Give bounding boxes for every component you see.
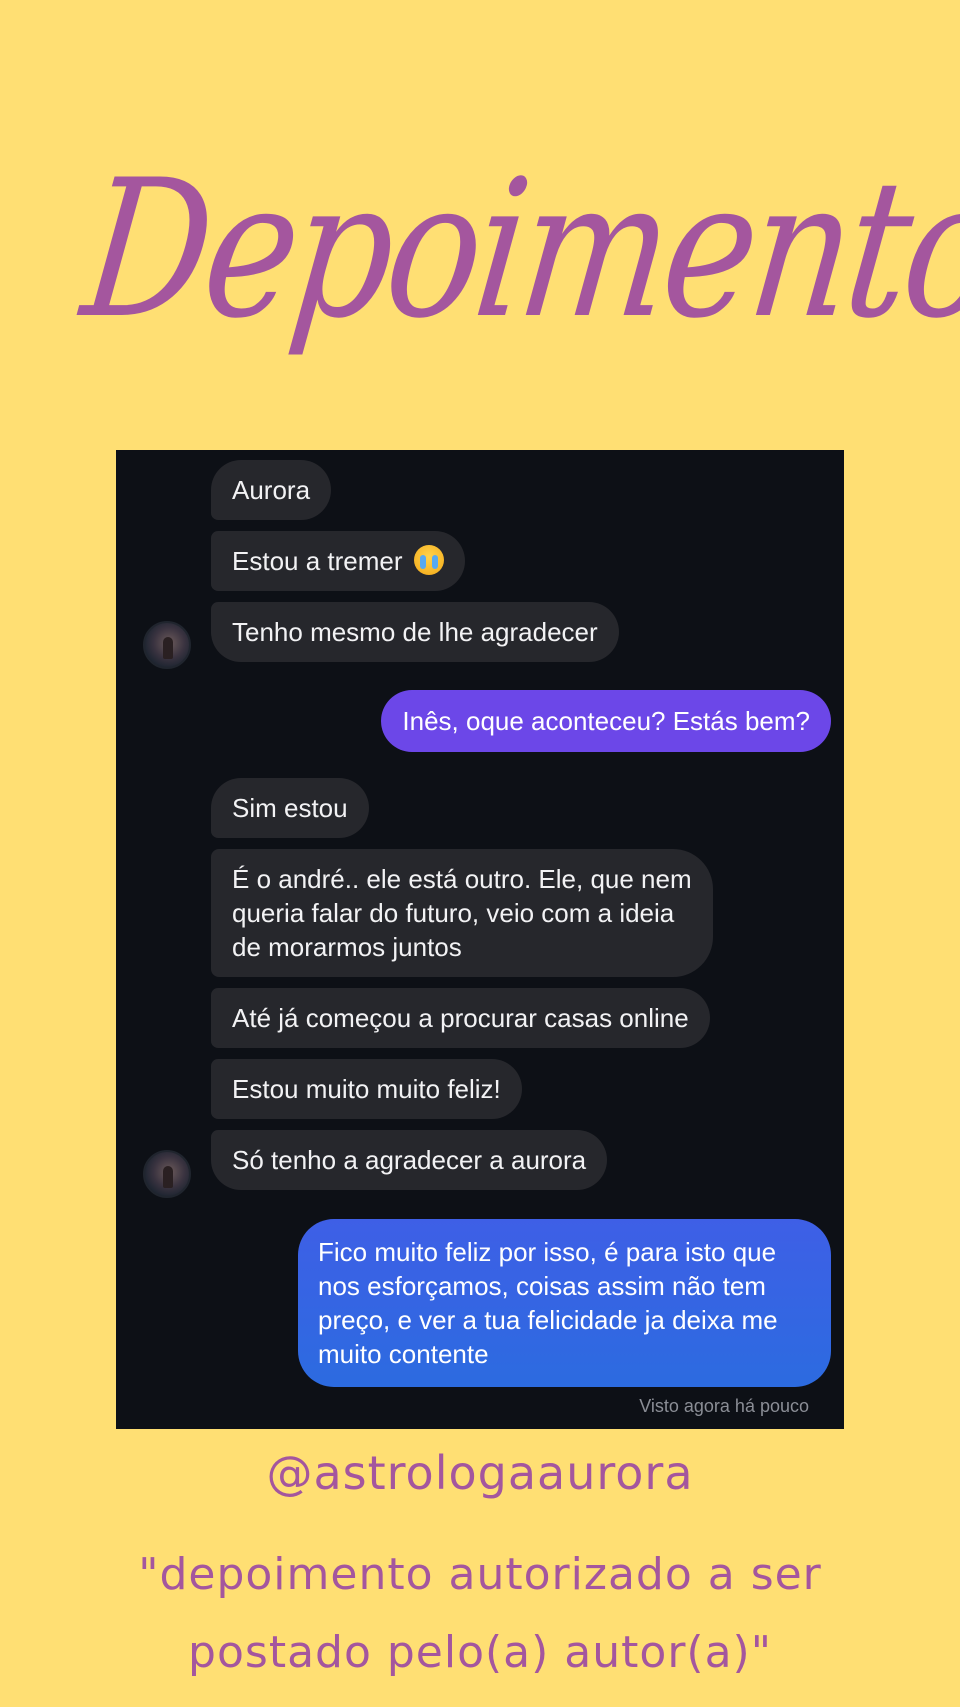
message-line: preço, e ver a tua felicidade ja deixa m… — [318, 1305, 778, 1335]
message-line: muito contente — [318, 1339, 489, 1369]
message-text: Estou a tremer — [232, 546, 403, 576]
authorization-note: "depoimento autorizado a ser postado pel… — [0, 1536, 960, 1692]
message-line: É o andré.. ele está outro. Ele, que nem — [232, 864, 692, 894]
message-bubble: Aurora — [211, 460, 332, 520]
message-text: Aurora — [232, 475, 311, 505]
message-bubble: Estou a tremer — [211, 531, 465, 591]
sent-message-bubble: Fico muito feliz por isso, é para isto q… — [298, 1219, 831, 1387]
instagram-handle: @astrologaaurora — [266, 1446, 694, 1500]
message-line: nos esforçamos, coisas assim não tem — [318, 1271, 766, 1301]
quote-line: "depoimento autorizado a ser — [138, 1549, 822, 1600]
quote-line: postado pelo(a) autor(a)" — [188, 1627, 772, 1678]
seen-status: Visto agora há pouco — [639, 1396, 809, 1416]
message-line: Fico muito feliz por isso, é para isto q… — [318, 1237, 777, 1267]
message-bubble: É o andré.. ele está outro. Ele, que nem… — [211, 849, 713, 977]
message-text: Tenho mesmo de lhe agradecer — [232, 617, 598, 647]
contact-avatar[interactable] — [143, 621, 191, 669]
contact-avatar[interactable] — [143, 1150, 191, 1198]
message-bubble: Estou muito muito feliz! — [211, 1059, 522, 1119]
message-text: Só tenho a agradecer a aurora — [232, 1145, 587, 1175]
crying-emoji-icon — [413, 545, 444, 575]
message-text: Inês, oque aconteceu? Estás bem? — [402, 706, 810, 736]
message-text: Sim estou — [232, 793, 348, 823]
message-bubble: Sim estou — [211, 778, 369, 838]
message-line: de morarmos juntos — [232, 932, 462, 962]
page-title: Depoimentos — [73, 139, 960, 360]
message-bubble: Só tenho a agradecer a aurora — [211, 1130, 608, 1190]
message-bubble: Tenho mesmo de lhe agradecer — [211, 602, 619, 662]
message-text: Estou muito muito feliz! — [232, 1074, 501, 1104]
sent-message-bubble: Inês, oque aconteceu? Estás bem? — [381, 690, 831, 752]
message-text: Até já começou a procurar casas online — [232, 1003, 689, 1033]
chat-screenshot: Aurora Estou a tremer Tenho mesmo de lhe… — [116, 450, 844, 1429]
message-line: queria falar do futuro, veio com a ideia — [232, 898, 675, 928]
message-bubble: Até já começou a procurar casas online — [211, 988, 710, 1048]
